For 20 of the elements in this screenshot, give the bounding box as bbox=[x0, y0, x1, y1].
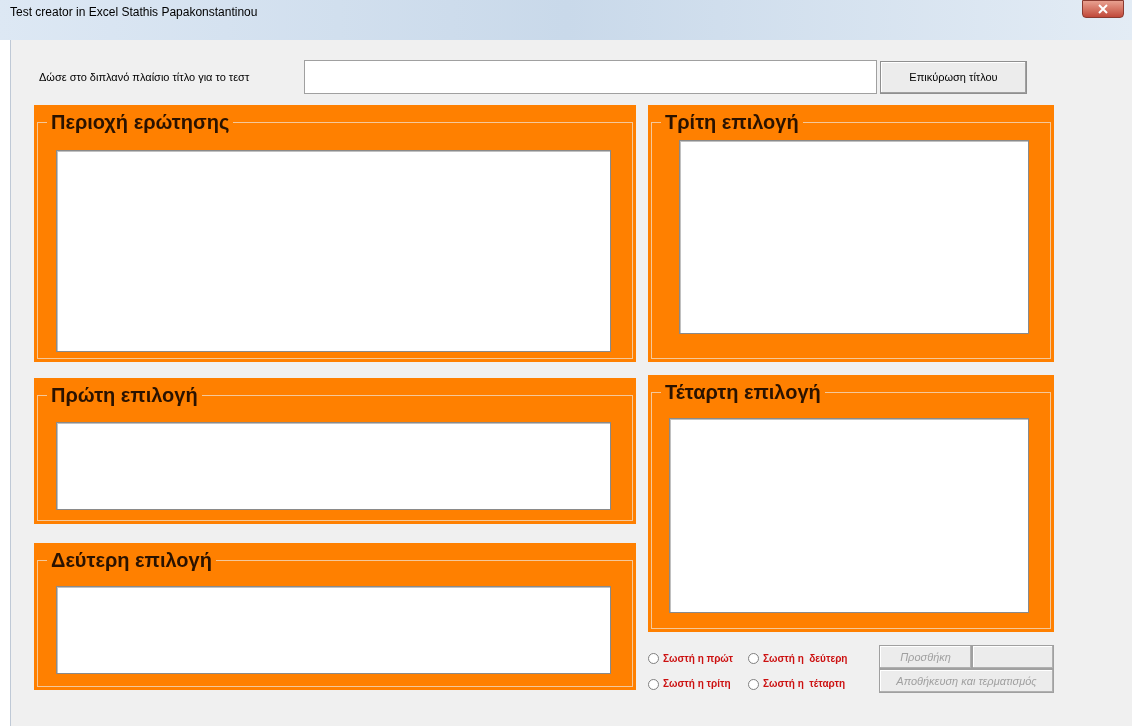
answer-box[interactable] bbox=[679, 140, 1029, 334]
radio-label: Σωστή η πρώτ bbox=[663, 651, 733, 666]
close-button[interactable] bbox=[1082, 0, 1124, 18]
radio-button[interactable] bbox=[648, 653, 659, 665]
radio-label: Σωστή η τέταρτη bbox=[763, 677, 846, 692]
radio-label: Σωστή η τρίτη bbox=[663, 677, 731, 692]
answer-box[interactable] bbox=[56, 422, 611, 510]
confirm-title-button[interactable]: Επικύρωση τίτλου bbox=[880, 60, 1027, 94]
radio-button[interactable] bbox=[648, 678, 659, 690]
title-label: Δώσε στο διπλανό πλαίσιο τίτλο για το τεστ bbox=[38, 69, 251, 85]
title-field[interactable] bbox=[304, 60, 877, 94]
answer-box[interactable] bbox=[56, 150, 611, 352]
radio-label: Σωστή η δεύτερη bbox=[763, 651, 848, 666]
radio-button[interactable] bbox=[748, 678, 759, 690]
close-icon bbox=[1098, 4, 1108, 14]
window-title: Test creator in Excel Stathis Papakonstantinou bbox=[10, 4, 258, 21]
answer-box[interactable] bbox=[56, 586, 611, 674]
answer-box[interactable] bbox=[669, 418, 1029, 613]
blank-button[interactable] bbox=[972, 645, 1054, 669]
radio-button[interactable] bbox=[748, 653, 759, 665]
